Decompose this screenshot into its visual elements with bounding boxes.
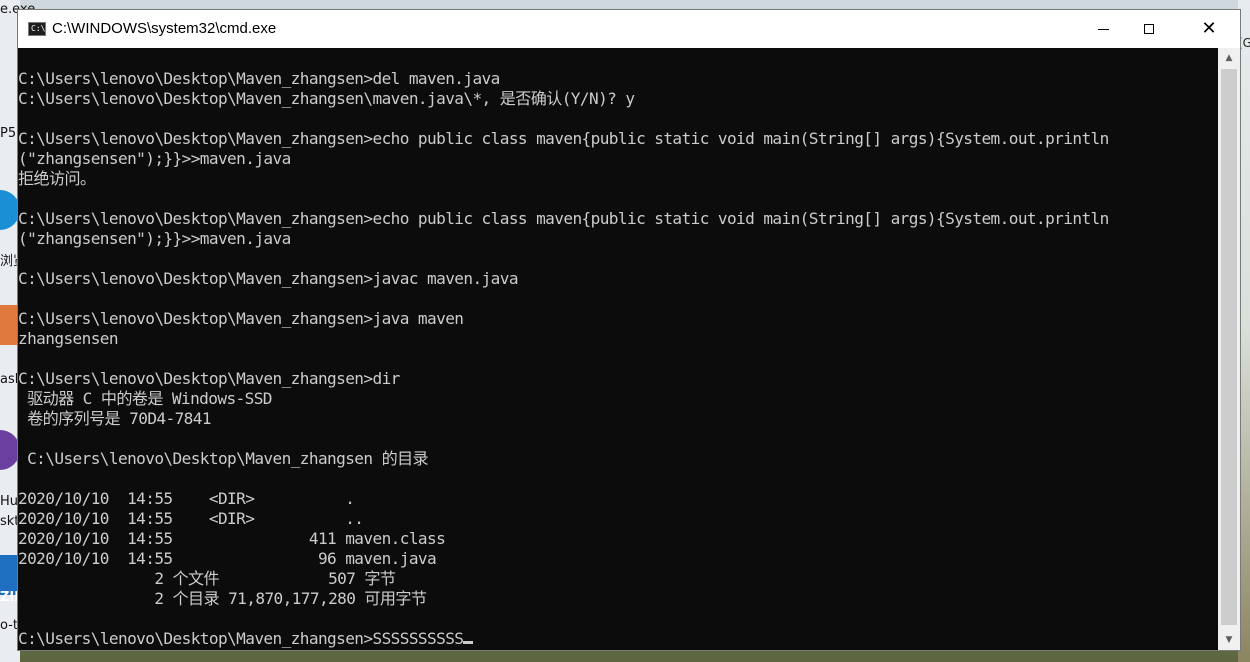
maximize-button[interactable] xyxy=(1126,10,1172,48)
console-line: C:\Users\lenovo\Desktop\Maven_zhangsen 的… xyxy=(18,449,429,468)
console-line: 驱动器 C 中的卷是 Windows-SSD xyxy=(18,389,272,408)
desktop-label: Hu xyxy=(0,494,19,509)
console-line: C:\Users\lenovo\Desktop\Maven_zhangsen>d… xyxy=(18,369,400,388)
app-desktop-icon[interactable] xyxy=(0,305,20,345)
zip-desktop-icon[interactable] xyxy=(0,555,20,595)
close-icon: ✕ xyxy=(1201,18,1217,39)
desktop-label: P5 xyxy=(0,126,17,141)
prompt-text: C:\Users\lenovo\Desktop\Maven_zhangsen>S… xyxy=(18,629,464,648)
console-line: C:\Users\lenovo\Desktop\Maven_zhangsen>e… xyxy=(18,129,1109,148)
scroll-up-icon[interactable]: ▲ xyxy=(1218,48,1240,68)
text-cursor xyxy=(463,641,474,644)
console-line: zhangsensen xyxy=(18,329,119,348)
console-line: 拒绝访问。 xyxy=(18,169,96,188)
console-line: 2020/10/10 14:55 411 maven.class xyxy=(18,529,446,548)
console-line: 2020/10/10 14:55 96 maven.java xyxy=(18,549,437,568)
console-line: C:\Users\lenovo\Desktop\Maven_zhangsen>j… xyxy=(18,269,519,288)
console-output[interactable]: C:\Users\lenovo\Desktop\Maven_zhangsen>d… xyxy=(18,48,1218,650)
cmd-icon[interactable]: C:\ xyxy=(28,22,46,36)
console-lines: C:\Users\lenovo\Desktop\Maven_zhangsen>d… xyxy=(18,69,1109,649)
console-line: ("zhangsensen");}}>>maven.java xyxy=(18,229,291,248)
console-line: C:\Users\lenovo\Desktop\Maven_zhangsen\m… xyxy=(18,89,635,108)
console-line: 2 个目录 71,870,177,280 可用字节 xyxy=(18,589,427,608)
scroll-thumb[interactable] xyxy=(1221,69,1237,625)
maximize-icon xyxy=(1144,24,1154,34)
vertical-scrollbar[interactable]: ▲ ▼ xyxy=(1218,48,1240,650)
desktop-label: o-t xyxy=(0,618,18,633)
window-title: C:\WINDOWS\system32\cmd.exe xyxy=(52,20,277,37)
console-line: C:\Users\lenovo\Desktop\Maven_zhangsen>e… xyxy=(18,209,1109,228)
console-line: ("zhangsensen");}}>>maven.java xyxy=(18,149,291,168)
scroll-down-icon[interactable]: ▼ xyxy=(1218,630,1240,650)
console-line: C:\Users\lenovo\Desktop\Maven_zhangsen>j… xyxy=(18,309,464,328)
title-bar[interactable]: C:\ C:\WINDOWS\system32\cmd.exe ✕ xyxy=(18,10,1240,48)
minimize-icon xyxy=(1097,28,1109,30)
console-line: C:\Users\lenovo\Desktop\Maven_zhangsen>d… xyxy=(18,69,500,88)
cmd-window[interactable]: C:\ C:\WINDOWS\system32\cmd.exe ✕ C:\Use… xyxy=(18,10,1240,650)
console-line: 2020/10/10 14:55 <DIR> . xyxy=(18,489,355,508)
console-line: 卷的序列号是 70D4-7841 xyxy=(18,409,211,428)
cmd-icon-glyph: C:\ xyxy=(31,24,46,33)
minimize-button[interactable] xyxy=(1080,10,1126,48)
close-button[interactable]: ✕ xyxy=(1186,10,1232,48)
prompt-line[interactable]: C:\Users\lenovo\Desktop\Maven_zhangsen>S… xyxy=(18,629,1109,649)
console-line: 2020/10/10 14:55 <DIR> .. xyxy=(18,509,364,528)
console-line: 2 个文件 507 字节 xyxy=(18,569,396,588)
